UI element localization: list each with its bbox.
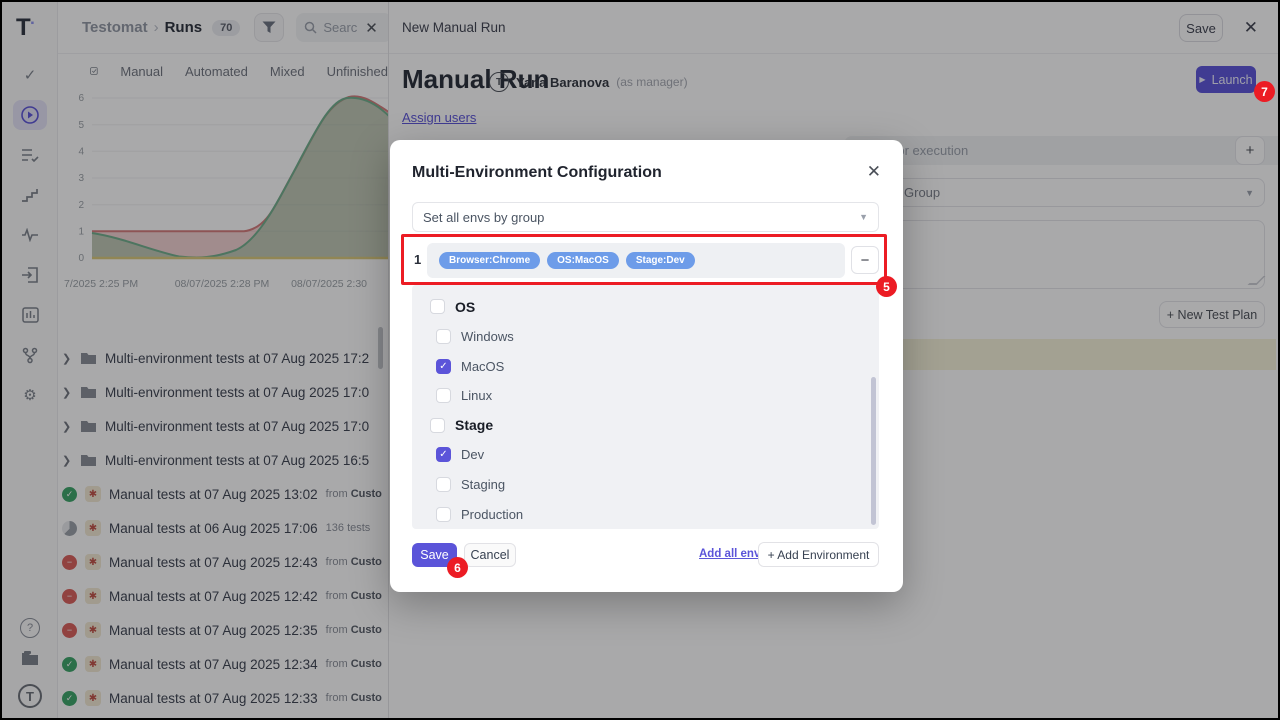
checkbox[interactable]: [436, 329, 451, 344]
modal-title: Multi-Environment Configuration: [412, 164, 662, 182]
annotation-rectangle: [401, 234, 887, 285]
set-envs-by-group-select[interactable]: Set all envs by group ▼: [412, 202, 879, 232]
screen-frame: T▪ ✓: [0, 0, 1280, 720]
chevron-down-icon: ▼: [859, 212, 868, 222]
checkbox[interactable]: [436, 507, 451, 522]
checkbox[interactable]: [430, 299, 445, 314]
checkbox-checked[interactable]: ✓: [436, 359, 451, 374]
env-option-row[interactable]: Windows: [430, 322, 879, 352]
add-environment-button[interactable]: + Add Environment: [758, 542, 879, 567]
checkbox[interactable]: [436, 477, 451, 492]
env-option-row[interactable]: Staging: [430, 470, 879, 500]
environments-checkbox-panel: OS Windows ✓MacOS Linux Stage ✓Dev Stagi…: [412, 285, 879, 529]
env-group-row[interactable]: OS: [430, 292, 879, 322]
modal-cancel-button[interactable]: Cancel: [464, 543, 516, 567]
env-option-row[interactable]: ✓MacOS: [430, 351, 879, 381]
annotation-badge-6: 6: [447, 557, 468, 578]
checkbox[interactable]: [436, 388, 451, 403]
multi-environment-modal: Multi-Environment Configuration ✕ Set al…: [390, 140, 903, 592]
env-group-row[interactable]: Stage: [430, 411, 879, 441]
checkbox-panel-scrollbar[interactable]: [871, 377, 876, 525]
add-all-envs-link[interactable]: Add all envs: [699, 548, 767, 560]
checkbox-checked[interactable]: ✓: [436, 447, 451, 462]
modal-close-icon[interactable]: ✕: [867, 162, 881, 182]
annotation-badge-7: 7: [1254, 81, 1275, 102]
env-option-row[interactable]: Linux: [430, 381, 879, 411]
annotation-badge-5: 5: [876, 276, 897, 297]
env-option-row[interactable]: Production: [430, 499, 879, 529]
checkbox[interactable]: [430, 418, 445, 433]
env-option-row[interactable]: ✓Dev: [430, 440, 879, 470]
